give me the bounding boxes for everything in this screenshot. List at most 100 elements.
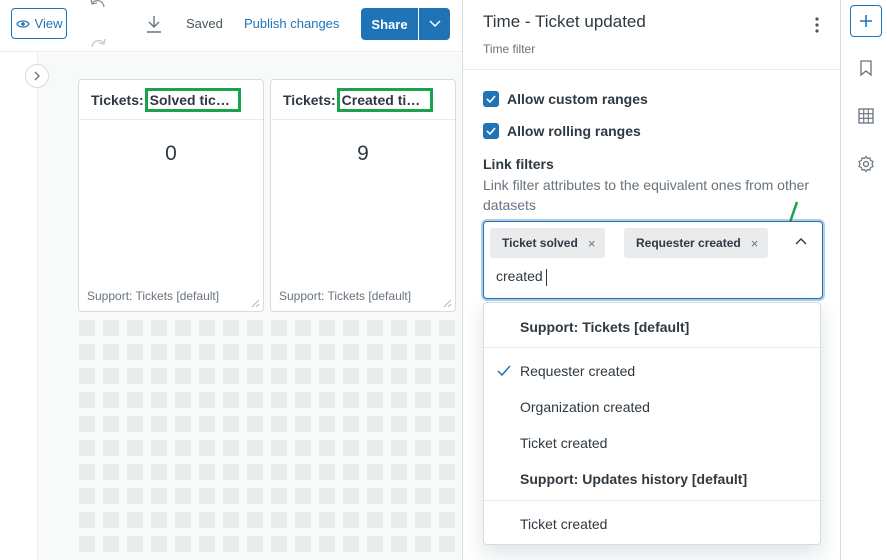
grid-placeholder-cell <box>103 344 119 360</box>
grid-placeholder-cell <box>367 392 383 408</box>
grid-placeholder-cell <box>247 512 263 528</box>
grid-placeholder-cell <box>367 320 383 336</box>
grid-placeholder-cell <box>127 440 143 456</box>
gear-icon[interactable] <box>857 155 875 173</box>
grid-placeholder-cell <box>367 512 383 528</box>
grid-placeholder-cell <box>79 344 95 360</box>
grid-placeholder-cell <box>391 440 407 456</box>
grid-placeholder-cell <box>199 512 215 528</box>
grid-placeholder-cell <box>175 320 191 336</box>
grid-placeholder-cell <box>247 392 263 408</box>
grid-placeholder-cell <box>319 344 335 360</box>
option-ticket-created-updates[interactable]: Ticket created <box>520 516 607 532</box>
grid-placeholder-cell <box>223 536 239 552</box>
grid-placeholder-cell <box>79 536 95 552</box>
share-button[interactable]: Share <box>361 8 418 40</box>
grid-placeholder-cell <box>271 416 287 432</box>
add-widget-button[interactable] <box>850 5 882 37</box>
widget-created-tickets[interactable]: Tickets: Created tickets 9 Support: Tick… <box>270 79 456 312</box>
grid-placeholder-cell <box>439 512 455 528</box>
option-ticket-created[interactable]: Ticket created <box>520 435 607 451</box>
grid-placeholder-cell <box>367 416 383 432</box>
grid-placeholder-cell <box>199 320 215 336</box>
grid-placeholder-cell <box>79 392 95 408</box>
grid-placeholder-cell <box>295 464 311 480</box>
redo-icon[interactable] <box>88 36 108 50</box>
grid-placeholder-cell <box>127 392 143 408</box>
grid-placeholder-cell <box>343 488 359 504</box>
grid-placeholder-cell <box>175 488 191 504</box>
grid-placeholder-cell <box>247 368 263 384</box>
view-button[interactable]: View <box>11 8 67 39</box>
grid-placeholder-cell <box>103 512 119 528</box>
grid-placeholder-cell <box>79 512 95 528</box>
resize-handle-icon[interactable] <box>442 298 452 308</box>
link-filters-search-input[interactable] <box>496 268 786 284</box>
widget-value: 9 <box>357 142 369 165</box>
grid-placeholder-cell <box>343 512 359 528</box>
grid-placeholder-cell <box>295 416 311 432</box>
grid-placeholder-cell <box>223 464 239 480</box>
grid-placeholder-cell <box>271 344 287 360</box>
grid-placeholder-cell <box>103 464 119 480</box>
kebab-menu-icon[interactable] <box>811 15 823 35</box>
grid-placeholder-cell <box>319 464 335 480</box>
grid-placeholder-cell <box>439 488 455 504</box>
expand-sidebar-button[interactable] <box>25 64 49 88</box>
grid-placeholder-cell <box>247 320 263 336</box>
grid-placeholder-cell <box>295 320 311 336</box>
checkbox-checked[interactable] <box>483 123 499 139</box>
grid-placeholder-cell <box>247 344 263 360</box>
grid-placeholder-cell <box>223 368 239 384</box>
resize-handle-icon[interactable] <box>250 298 260 308</box>
grid-placeholder-cell <box>415 440 431 456</box>
link-filters-multiselect[interactable]: Ticket solved × Requester created × <box>483 221 823 299</box>
close-icon[interactable]: × <box>588 236 596 251</box>
grid-placeholder-cell <box>391 536 407 552</box>
option-requester-created[interactable]: Requester created <box>520 363 635 379</box>
grid-placeholder-cell <box>247 416 263 432</box>
download-icon[interactable] <box>145 14 163 34</box>
chevron-up-icon[interactable] <box>794 236 808 246</box>
grid-placeholder-cell <box>247 488 263 504</box>
publish-changes-link[interactable]: Publish changes <box>244 16 339 31</box>
grid-placeholder-cell <box>247 464 263 480</box>
allow-rolling-ranges-checkbox[interactable]: Allow rolling ranges <box>483 123 641 139</box>
checkbox-checked[interactable] <box>483 91 499 107</box>
grid-placeholder-cell <box>271 392 287 408</box>
share-options-button[interactable] <box>418 8 450 40</box>
grid-placeholder-cell <box>103 536 119 552</box>
grid-placeholder-cell <box>367 464 383 480</box>
grid-placeholder-cell <box>343 440 359 456</box>
allow-custom-ranges-checkbox[interactable]: Allow custom ranges <box>483 91 648 107</box>
grid-placeholder-cell <box>295 488 311 504</box>
widget-title-highlight: Solved tickets <box>144 87 241 112</box>
grid-placeholder-cell <box>367 440 383 456</box>
grid-placeholder-cell <box>199 344 215 360</box>
grid-placeholder-cell <box>199 440 215 456</box>
widget-solved-tickets[interactable]: Tickets: Solved tickets 0 Support: Ticke… <box>78 79 264 312</box>
text-cursor <box>546 269 547 286</box>
grid-placeholder-cell <box>79 320 95 336</box>
grid-placeholder-cell <box>79 440 95 456</box>
grid-placeholder-cell <box>175 464 191 480</box>
option-group-updates-history: Support: Updates history [default] <box>520 471 748 487</box>
grid-placeholder-cell <box>295 536 311 552</box>
grid-placeholder-cell <box>175 512 191 528</box>
undo-icon[interactable] <box>88 0 108 10</box>
grid-placeholder-cell <box>391 368 407 384</box>
grid-placeholder-cell <box>295 368 311 384</box>
grid-placeholder-cell <box>439 320 455 336</box>
widget-title-prefix: Tickets: <box>283 91 336 108</box>
close-icon[interactable]: × <box>751 236 759 251</box>
grid-placeholder-cell <box>127 320 143 336</box>
link-filters-hint: Link filter attributes to the equivalent… <box>483 177 810 213</box>
widget-title-prefix: Tickets: <box>91 91 144 108</box>
grid-placeholder-cell <box>223 344 239 360</box>
grid-placeholder-cell <box>295 344 311 360</box>
grid-placeholder-cell <box>175 536 191 552</box>
grid-placeholder-cell <box>319 536 335 552</box>
option-organization-created[interactable]: Organization created <box>520 399 650 415</box>
bookmark-icon[interactable] <box>857 59 875 77</box>
table-icon[interactable] <box>857 107 875 125</box>
